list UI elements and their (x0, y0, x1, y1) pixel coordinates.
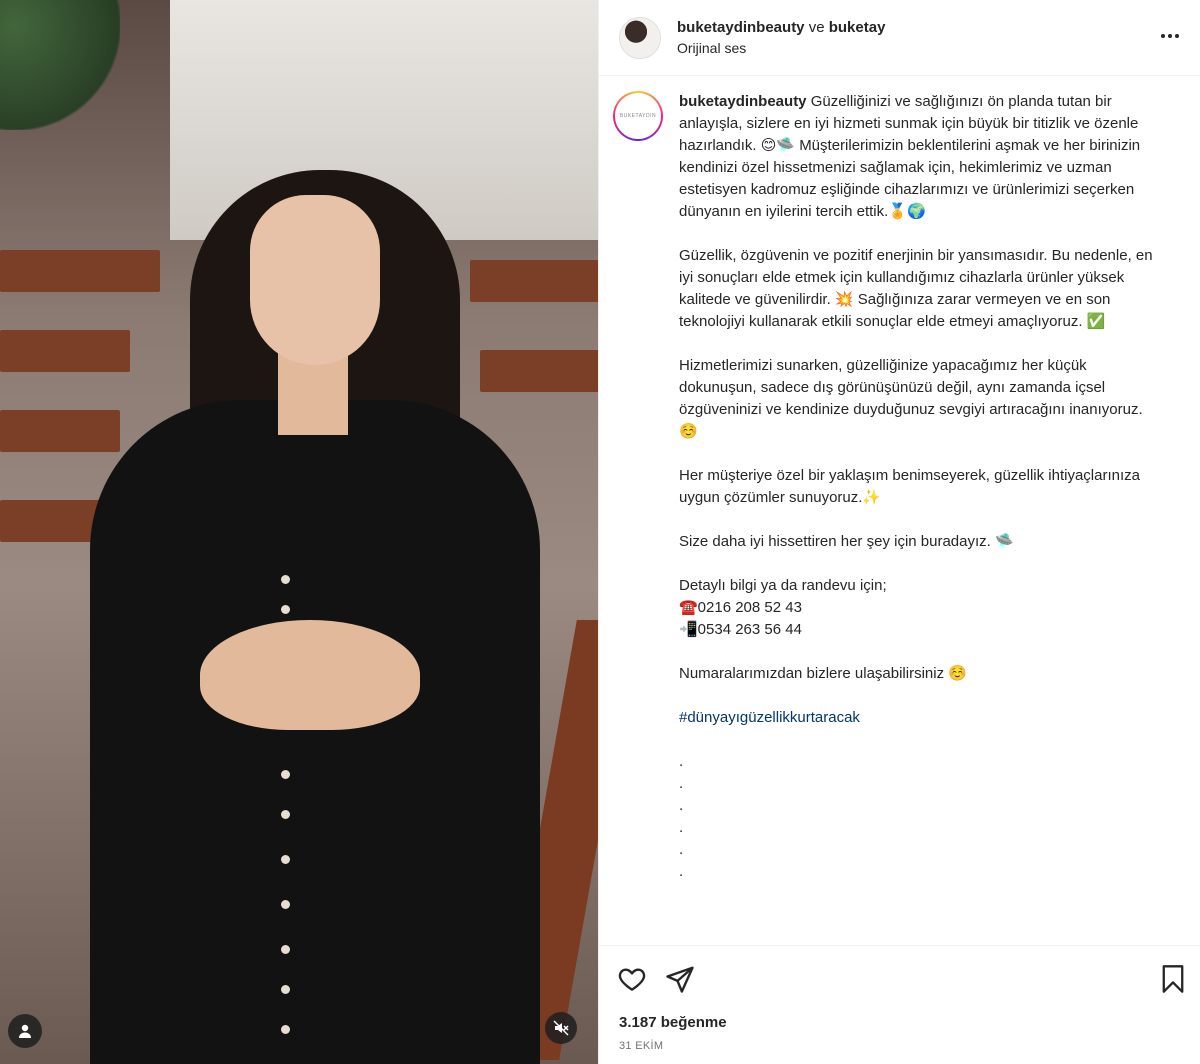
caption-dot: . (679, 863, 684, 880)
heart-icon (618, 968, 646, 991)
collaborator-username[interactable]: buketay (829, 19, 886, 36)
caption-dot: . (679, 797, 684, 814)
caption-username[interactable]: buketaydinbeauty (679, 93, 807, 110)
phone-number: 📲0534 263 56 44 (679, 621, 802, 638)
caption-dots: . . . . . . (679, 751, 1161, 883)
post-header: buketaydinbeauty ve buketay Orijinal ses (599, 0, 1200, 76)
caption-dot: . (679, 775, 684, 792)
caption-section: BUKETAYDIN buketaydinbeauty Güzelliğiniz… (599, 77, 1200, 944)
dress-button (281, 985, 290, 994)
mute-button[interactable] (545, 1012, 577, 1044)
dress-button (281, 945, 290, 954)
caption-paragraph: Numaralarımızdan bizlere ulaşabilirsiniz… (679, 665, 967, 682)
caption-dot: . (679, 753, 684, 770)
person-hands (200, 620, 420, 730)
stair-step (0, 330, 130, 372)
caption-dot: . (679, 819, 684, 836)
dress-button (281, 605, 290, 614)
stair-step (480, 350, 598, 392)
author-conjunction: ve (808, 19, 825, 36)
save-button[interactable] (1159, 964, 1189, 994)
like-button[interactable] (617, 964, 647, 994)
author-username[interactable]: buketaydinbeauty (677, 19, 805, 36)
dress-button (281, 770, 290, 779)
dress-button (281, 575, 290, 584)
audio-label[interactable]: Orijinal ses (677, 40, 1158, 56)
post-panel: buketaydinbeauty ve buketay Orijinal ses… (598, 0, 1200, 1064)
hashtag-link[interactable]: #dünyayıgüzellikkurtaracak (679, 709, 860, 726)
reel-video[interactable] (0, 0, 598, 1064)
stair-step (0, 250, 160, 292)
caption-paragraph: Hizmetlerimizi sunarken, güzelliğinize y… (679, 357, 1143, 440)
action-bar: 3.187 beğenme 31 EKİM (599, 945, 1200, 1064)
more-options-button[interactable] (1158, 24, 1182, 52)
tagged-users-button[interactable] (8, 1014, 42, 1048)
dress-button (281, 855, 290, 864)
caption-paragraph: Güzelliğinizi ve sağlığınızı ön planda t… (679, 93, 1141, 220)
user-icon (19, 1024, 31, 1038)
dress-button (281, 1025, 290, 1034)
caption-dot: . (679, 841, 684, 858)
brand-logo-icon: BUKETAYDIN (619, 113, 657, 119)
avatar[interactable] (619, 16, 661, 59)
person-face (250, 195, 380, 365)
stair-step (470, 260, 598, 302)
likes-count[interactable]: 3.187 beğenme (619, 1014, 727, 1031)
paper-plane-icon (666, 966, 694, 993)
stair-step (0, 410, 120, 452)
caption-paragraph: Her müşteriye özel bir yaklaşım benimsey… (679, 467, 1141, 506)
caption-avatar[interactable]: BUKETAYDIN (613, 91, 663, 141)
more-horizontal-icon (1161, 33, 1179, 38)
contact-title: Detaylı bilgi ya da randevu için; (679, 577, 887, 594)
dress-button (281, 810, 290, 819)
caption-text: buketaydinbeauty Güzelliğinizi ve sağlığ… (679, 91, 1161, 944)
bookmark-icon (1162, 965, 1184, 993)
dress-button (281, 900, 290, 909)
share-button[interactable] (665, 964, 695, 994)
caption-paragraph: Size daha iyi hissettiren her şey için b… (679, 533, 1014, 550)
plant-leaves (0, 0, 120, 130)
muted-speaker-icon (553, 1020, 569, 1036)
caption-paragraph: Güzellik, özgüvenin ve pozitif enerjinin… (679, 247, 1153, 330)
person-dress (90, 400, 540, 1064)
phone-number: ☎️0216 208 52 43 (679, 599, 802, 616)
post-date[interactable]: 31 EKİM (619, 1040, 663, 1052)
